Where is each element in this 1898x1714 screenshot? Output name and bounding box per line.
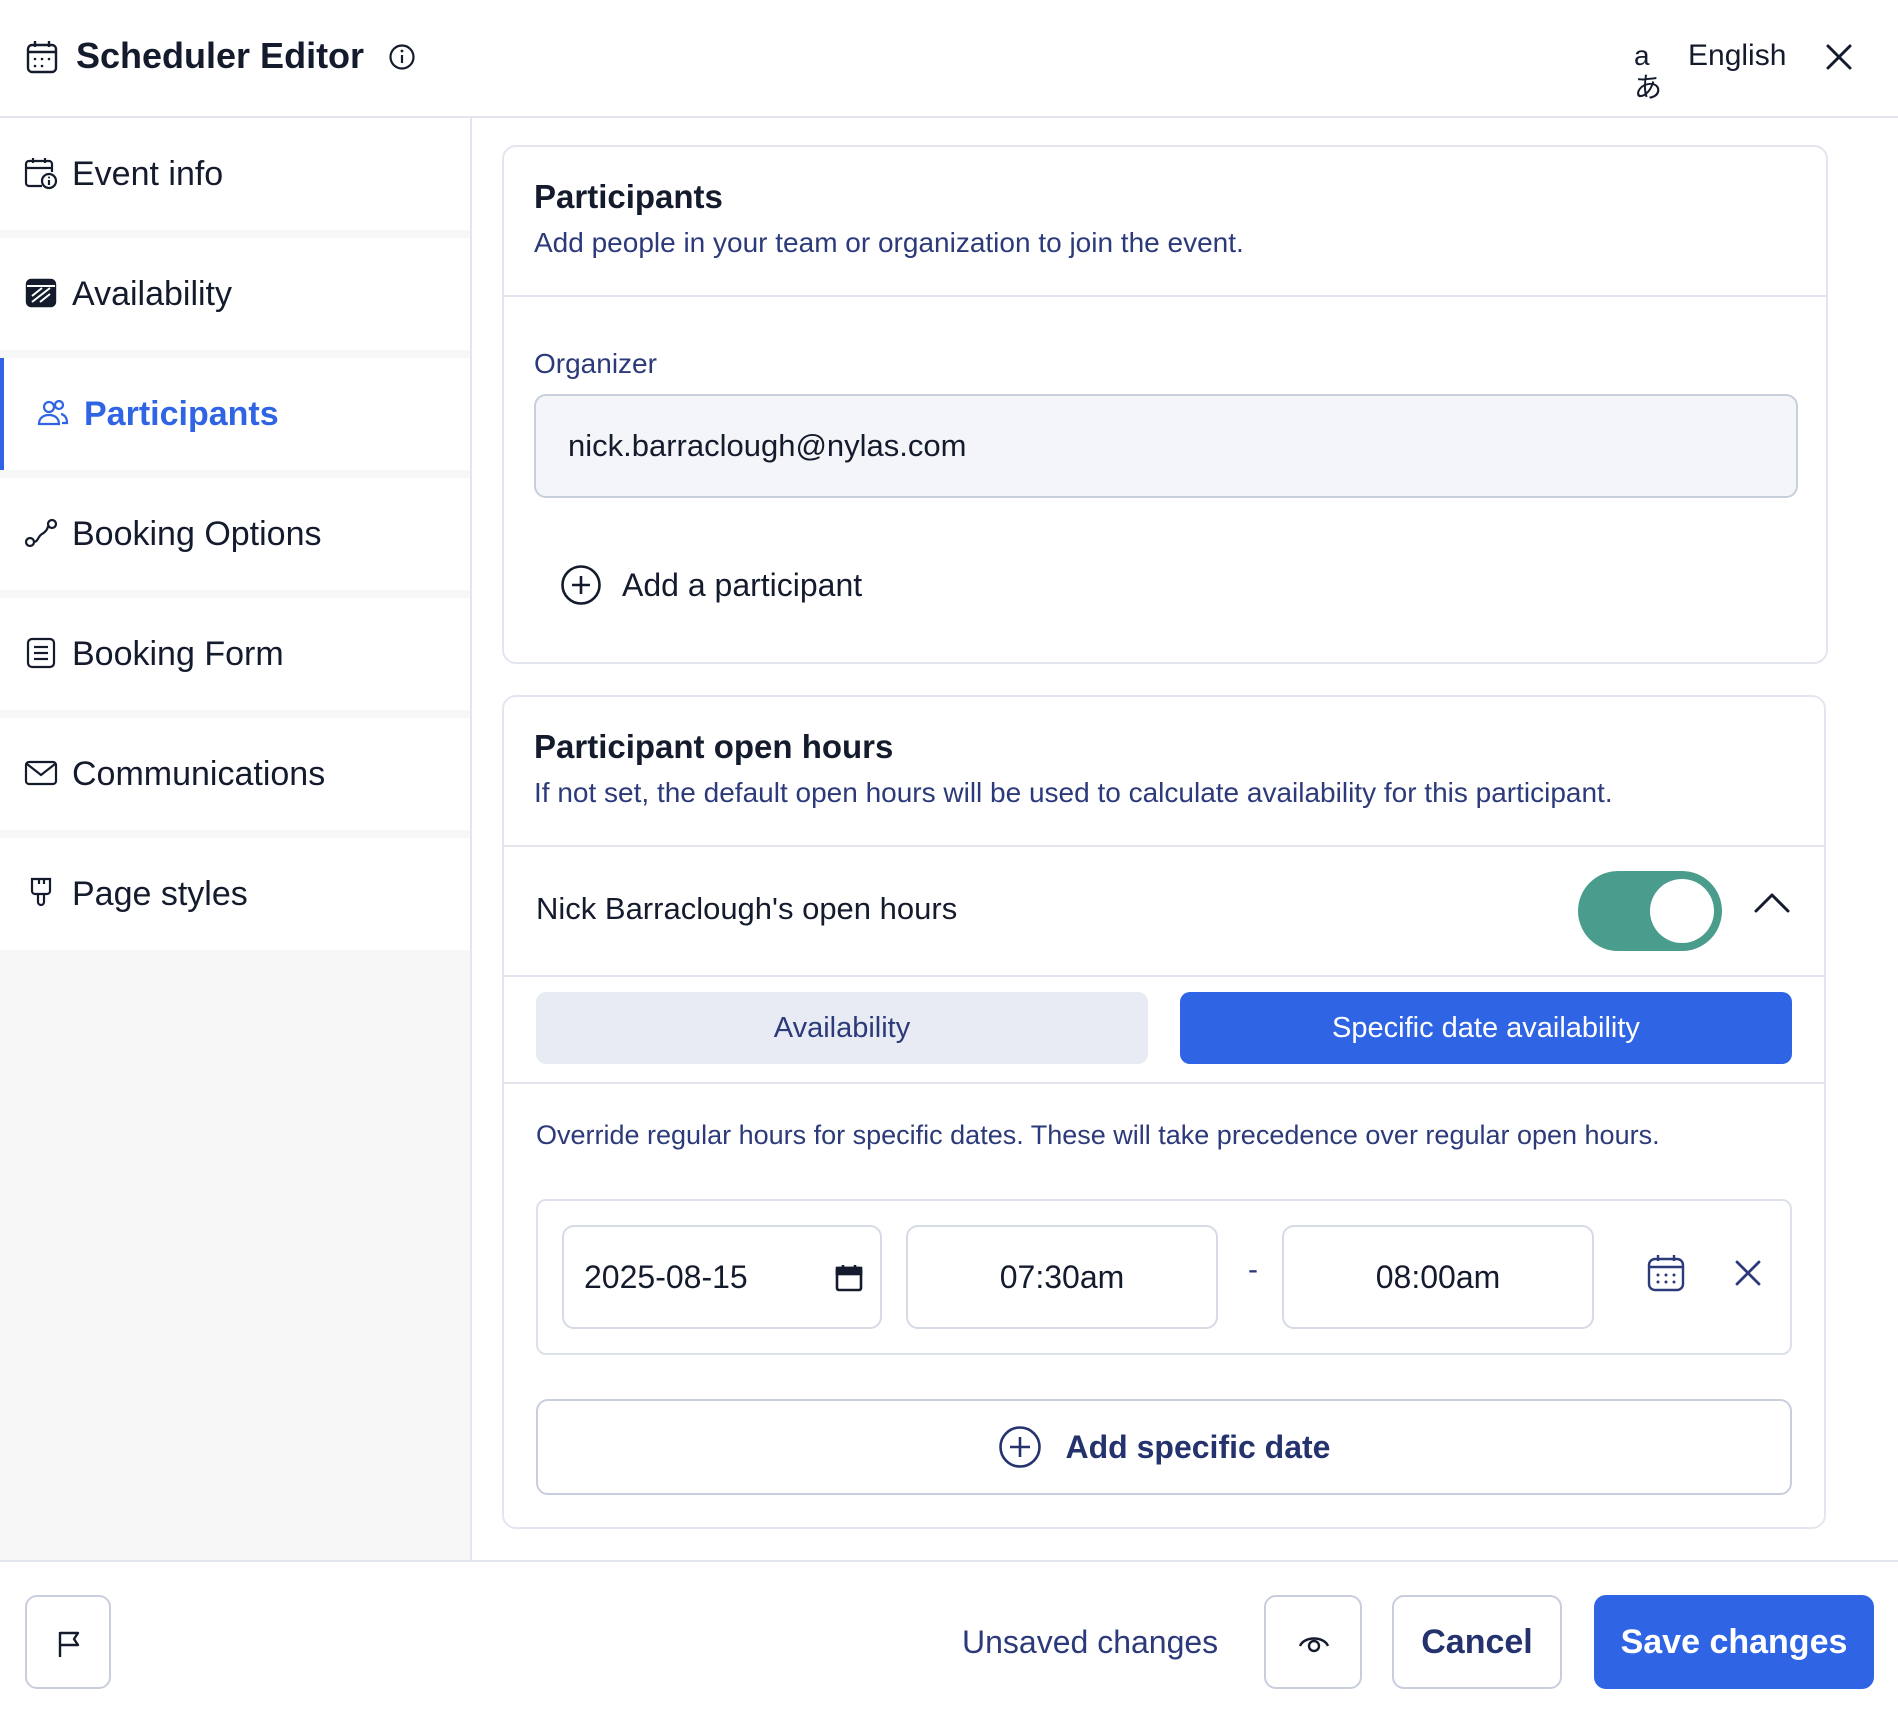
add-participant-button[interactable]: Add a participant xyxy=(560,564,862,606)
form-icon xyxy=(26,637,56,669)
users-icon xyxy=(37,399,69,426)
mail-icon xyxy=(24,760,58,786)
sidebar-nav: Event info Availability Participants Boo… xyxy=(0,118,472,1560)
tab-specific-date-availability[interactable]: Specific date availability xyxy=(1180,992,1792,1064)
specific-date-row: 2025-08-15 07:30am - 08:00am xyxy=(536,1199,1792,1355)
plus-circle-icon xyxy=(998,1426,1041,1468)
language-icon[interactable]: aあ xyxy=(1634,40,1672,103)
cancel-button[interactable]: Cancel xyxy=(1392,1595,1562,1689)
info-icon[interactable] xyxy=(388,43,416,71)
toggle-knob xyxy=(1650,879,1714,943)
sidebar-item-label: Page styles xyxy=(72,875,248,913)
card-subtitle: Add people in your team or organization … xyxy=(534,227,1244,258)
sidebar-item-label: Availability xyxy=(72,275,233,313)
eye-icon xyxy=(1298,1637,1330,1653)
add-participant-label: Add a participant xyxy=(622,566,863,603)
organizer-label: Organizer xyxy=(534,348,657,379)
sidebar-item-label: Communications xyxy=(72,755,326,793)
divider xyxy=(504,1082,1824,1084)
sidebar-item-booking-form[interactable]: Booking Form xyxy=(0,598,470,710)
open-hours-card: Participant open hours If not set, the d… xyxy=(502,695,1826,1529)
participants-card: Participants Add people in your team or … xyxy=(502,145,1828,664)
participant-open-hours-label: Nick Barraclough's open hours xyxy=(536,891,958,926)
card-subtitle: If not set, the default open hours will … xyxy=(534,777,1613,808)
sidebar-item-availability[interactable]: Availability xyxy=(0,238,470,350)
calendar-info-icon xyxy=(24,158,58,190)
close-icon[interactable] xyxy=(1822,40,1856,74)
language-selector[interactable]: English xyxy=(1688,36,1786,76)
report-button[interactable] xyxy=(25,1595,111,1689)
sidebar-item-label: Event info xyxy=(72,155,224,193)
sidebar-item-label: Booking Options xyxy=(72,515,322,553)
override-description: Override regular hours for specific date… xyxy=(536,1120,1660,1150)
calendar-picker-icon[interactable] xyxy=(834,1263,864,1293)
calendar-icon[interactable] xyxy=(1646,1253,1686,1293)
add-specific-date-button[interactable]: Add specific date xyxy=(536,1399,1792,1495)
remove-date-icon[interactable] xyxy=(1734,1259,1762,1287)
calendar-icon xyxy=(26,41,58,74)
card-title: Participants xyxy=(534,178,723,215)
route-icon xyxy=(24,518,58,548)
availability-icon xyxy=(25,278,57,308)
divider xyxy=(504,975,1824,977)
editor-header: Scheduler Editor aあ English xyxy=(0,0,1898,118)
chevron-up-icon[interactable] xyxy=(1752,889,1792,917)
editor-title: Scheduler Editor xyxy=(76,35,365,76)
card-title: Participant open hours xyxy=(534,728,894,765)
add-specific-date-label: Add specific date xyxy=(1065,1428,1331,1465)
sidebar-item-label: Participants xyxy=(84,395,279,433)
sidebar-item-participants[interactable]: Participants xyxy=(0,358,470,470)
time-separator: - xyxy=(1248,1253,1258,1286)
divider xyxy=(504,295,1826,297)
editor-footer: Unsaved changes Cancel Save changes xyxy=(0,1560,1898,1714)
tab-availability[interactable]: Availability xyxy=(536,992,1148,1064)
sidebar-item-communications[interactable]: Communications xyxy=(0,718,470,830)
preview-button[interactable] xyxy=(1264,1595,1362,1689)
sidebar-item-page-styles[interactable]: Page styles xyxy=(0,838,470,950)
sidebar-item-event-info[interactable]: Event info xyxy=(0,118,470,230)
date-value: 2025-08-15 xyxy=(584,1259,748,1295)
sidebar-item-label: Booking Form xyxy=(72,635,284,673)
plus-circle-icon xyxy=(561,565,601,605)
flag-icon xyxy=(58,1631,80,1657)
start-time-input[interactable]: 07:30am xyxy=(906,1225,1218,1329)
save-changes-button[interactable]: Save changes xyxy=(1594,1595,1874,1689)
unsaved-changes-status: Unsaved changes xyxy=(962,1624,1219,1660)
sidebar-item-booking-options[interactable]: Booking Options xyxy=(0,478,470,590)
date-input[interactable]: 2025-08-15 xyxy=(562,1225,882,1329)
end-time-input[interactable]: 08:00am xyxy=(1282,1225,1594,1329)
divider xyxy=(504,845,1824,847)
paint-brush-icon xyxy=(30,877,52,907)
organizer-email-field[interactable]: nick.barraclough@nylas.com xyxy=(534,394,1798,498)
open-hours-toggle[interactable] xyxy=(1578,871,1722,951)
